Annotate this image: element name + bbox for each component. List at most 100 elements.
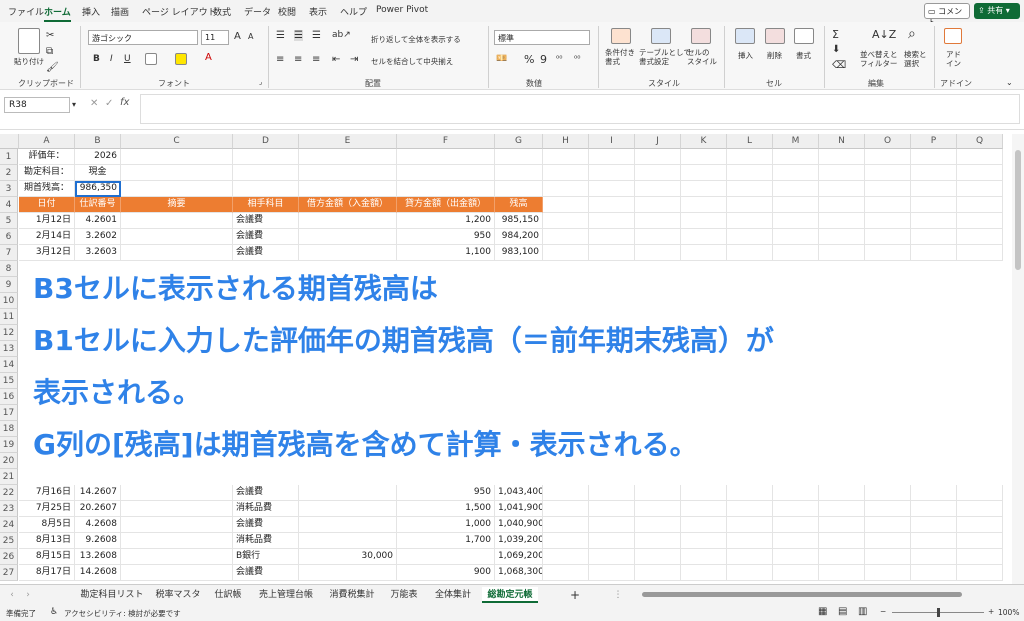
table-header-cell[interactable]: 日付	[19, 197, 75, 213]
cell[interactable]	[727, 149, 773, 165]
cell[interactable]	[589, 149, 635, 165]
cell[interactable]	[957, 485, 1003, 501]
cell[interactable]	[589, 197, 635, 213]
cell[interactable]	[121, 549, 233, 565]
table-header-cell[interactable]: 貸方金額（出金額）	[397, 197, 495, 213]
accounting-format-icon[interactable]: 💴	[496, 54, 507, 64]
cell[interactable]	[911, 165, 957, 181]
cell[interactable]	[773, 165, 819, 181]
sort-filter-icon[interactable]: A↓Z	[872, 28, 896, 41]
menu-draw[interactable]: 描画	[111, 5, 129, 18]
add-sheet-button[interactable]: +	[567, 587, 583, 603]
cell[interactable]	[233, 149, 299, 165]
cell[interactable]	[957, 181, 1003, 197]
align-right-icon[interactable]: ≡	[312, 54, 320, 65]
column-header-n[interactable]: N	[819, 134, 865, 149]
table-header-cell[interactable]: 残高	[495, 197, 543, 213]
cell[interactable]	[589, 485, 635, 501]
cell[interactable]	[773, 213, 819, 229]
balance-cell[interactable]: 1,069,200	[495, 549, 543, 565]
cell[interactable]	[233, 181, 299, 197]
cell[interactable]	[635, 549, 681, 565]
cell[interactable]	[543, 549, 589, 565]
cell[interactable]	[773, 197, 819, 213]
cell[interactable]	[635, 245, 681, 261]
column-header-d[interactable]: D	[233, 134, 299, 149]
debit-cell[interactable]	[299, 485, 397, 501]
cell[interactable]	[957, 549, 1003, 565]
cell[interactable]	[865, 245, 911, 261]
row-header-1[interactable]: 1	[0, 149, 18, 165]
cell[interactable]	[635, 213, 681, 229]
row-header-13[interactable]: 13	[0, 341, 18, 357]
credit-cell[interactable]: 1,700	[397, 533, 495, 549]
align-left-icon[interactable]: ≡	[276, 54, 284, 65]
cell[interactable]	[819, 197, 865, 213]
cell[interactable]	[397, 181, 495, 197]
balance-cell[interactable]: 984,200	[495, 229, 543, 245]
date-cell[interactable]: 7月25日	[19, 501, 75, 517]
font-color-icon[interactable]: A	[205, 52, 212, 63]
cell[interactable]	[865, 213, 911, 229]
cell[interactable]	[681, 229, 727, 245]
label-cell[interactable]: 勘定科目：	[19, 165, 75, 181]
align-middle-icon[interactable]: ☰	[294, 30, 303, 41]
sheet-tab[interactable]: 売上管理台帳	[252, 587, 320, 603]
date-cell[interactable]: 8月5日	[19, 517, 75, 533]
format-painter-icon[interactable]: 🖌	[46, 62, 59, 73]
row-header-25[interactable]: 25	[0, 533, 18, 549]
borders-icon[interactable]	[145, 53, 157, 65]
cell[interactable]	[543, 485, 589, 501]
merge-center-button[interactable]: セルを結合して中央揃え	[371, 56, 453, 67]
cell[interactable]	[865, 165, 911, 181]
cell[interactable]	[121, 181, 233, 197]
cell[interactable]	[681, 245, 727, 261]
cell[interactable]	[727, 501, 773, 517]
cell[interactable]	[911, 565, 957, 581]
cell[interactable]	[727, 533, 773, 549]
cell[interactable]	[819, 485, 865, 501]
row-header-17[interactable]: 17	[0, 405, 18, 421]
row-header-20[interactable]: 20	[0, 453, 18, 469]
cell[interactable]	[543, 165, 589, 181]
menu-power-pivot[interactable]: Power Pivot	[376, 5, 428, 15]
account-cell[interactable]: 会議費	[233, 229, 299, 245]
row-header-5[interactable]: 5	[0, 213, 18, 229]
underline-button[interactable]: U	[124, 54, 131, 64]
cell[interactable]	[635, 501, 681, 517]
cell[interactable]	[121, 533, 233, 549]
account-cell[interactable]: 会議費	[233, 245, 299, 261]
cell[interactable]	[589, 517, 635, 533]
cancel-icon[interactable]: ✕	[90, 98, 98, 109]
cell[interactable]	[957, 229, 1003, 245]
cell[interactable]	[773, 565, 819, 581]
cell[interactable]	[543, 533, 589, 549]
cell[interactable]	[589, 213, 635, 229]
row-header-27[interactable]: 27	[0, 565, 18, 581]
account-cell[interactable]: 会議費	[233, 565, 299, 581]
sort-filter-button[interactable]: 並べ替えと フィルター	[860, 50, 898, 68]
row-header-18[interactable]: 18	[0, 421, 18, 437]
cell[interactable]	[819, 213, 865, 229]
cell[interactable]	[865, 149, 911, 165]
journal-number-cell[interactable]: 3.2603	[75, 245, 121, 261]
value-cell[interactable]: 現金	[75, 165, 121, 181]
table-header-cell[interactable]: 仕訳番号	[75, 197, 121, 213]
autosum-button[interactable]: Σ	[832, 28, 839, 41]
debit-cell[interactable]	[299, 213, 397, 229]
account-cell[interactable]: 消耗品費	[233, 501, 299, 517]
cut-icon[interactable]: ✂	[46, 30, 54, 41]
addin-button[interactable]: アド イン	[946, 50, 961, 68]
accessibility-status[interactable]: アクセシビリティ: 検討が必要です	[64, 608, 181, 619]
row-header-23[interactable]: 23	[0, 501, 18, 517]
credit-cell[interactable]: 950	[397, 229, 495, 245]
align-bottom-icon[interactable]: ☰	[312, 30, 321, 41]
cell[interactable]	[865, 549, 911, 565]
credit-cell[interactable]: 1,200	[397, 213, 495, 229]
sheet-tab[interactable]: 全体集計	[428, 587, 478, 603]
cell[interactable]	[911, 213, 957, 229]
sheet-tab[interactable]: 仕訳帳	[208, 587, 248, 603]
menu-review[interactable]: 校閲	[278, 5, 296, 18]
select-all-corner[interactable]	[0, 134, 19, 149]
table-header-cell[interactable]: 借方金額（入金額）	[299, 197, 397, 213]
